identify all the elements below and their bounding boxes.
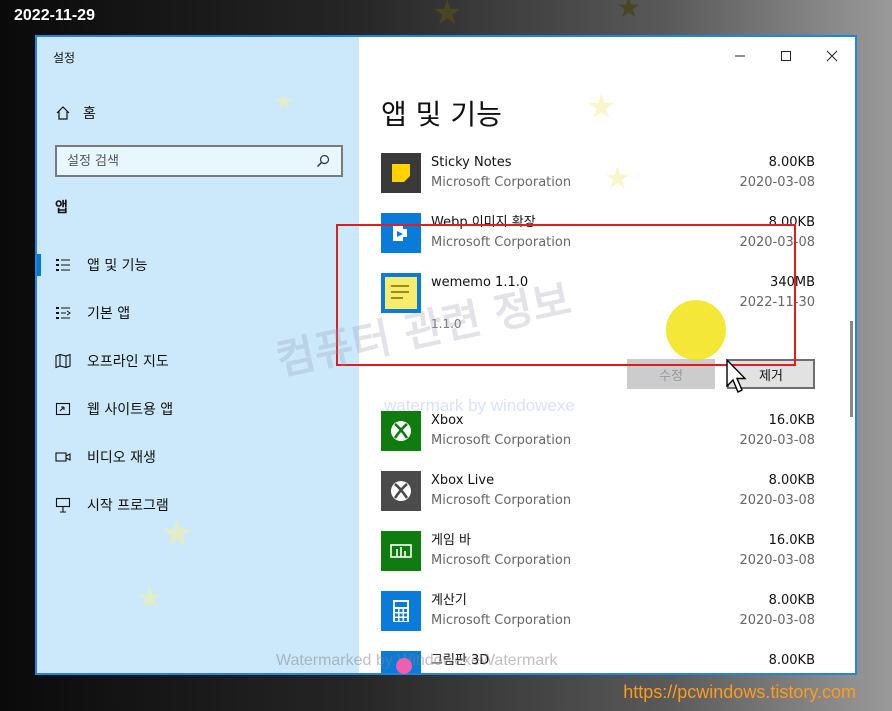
settings-window: 설정 홈 앱 앱 및 기능 <box>35 35 857 675</box>
section-label-apps: 앱 <box>55 200 68 216</box>
game-bar-icon <box>381 531 421 571</box>
app-list: Sticky Notes Microsoft Corporation 8.00K… <box>381 143 821 673</box>
scrollbar[interactable] <box>850 321 853 417</box>
modify-button[interactable]: 수정 <box>627 359 715 389</box>
sidebar-item-apps-features[interactable]: 앱 및 기능 <box>37 241 359 289</box>
list-item[interactable]: Xbox Live Microsoft Corporation 8.00KB 2… <box>381 461 821 521</box>
window-title: 설정 <box>53 51 76 65</box>
app-size: 8.00KB <box>768 215 815 230</box>
default-apps-icon <box>55 305 71 321</box>
apps-for-websites-icon <box>55 401 71 417</box>
list-item[interactable]: 게임 바 Microsoft Corporation 16.0KB 2020-0… <box>381 521 821 581</box>
list-item[interactable]: Webp 이미지 확장 Microsoft Corporation 8.00KB… <box>381 203 821 263</box>
app-size: 16.0KB <box>768 533 815 548</box>
background-star: ★ <box>432 0 463 33</box>
main-panel: 앱 및 기능 Sticky Notes Microsoft Corporatio… <box>359 37 855 673</box>
app-size: 8.00KB <box>768 593 815 608</box>
sidebar-item-offline-maps[interactable]: 오프라인 지도 <box>37 337 359 385</box>
site-url: https://pcwindows.tistory.com <box>623 682 856 702</box>
app-name: 그림판 3D <box>431 653 490 668</box>
maximize-button[interactable] <box>763 37 809 75</box>
wememo-icon <box>381 273 421 313</box>
sidebar-item-label: 기본 앱 <box>87 306 131 322</box>
app-size: 8.00KB <box>768 653 815 668</box>
maximize-icon <box>781 51 791 61</box>
app-date: 2020-03-08 <box>739 433 815 448</box>
offline-maps-icon <box>55 353 71 369</box>
close-icon <box>826 50 838 62</box>
sidebar-item-label: 앱 및 기능 <box>87 258 148 274</box>
app-date: 2020-03-08 <box>739 235 815 250</box>
app-action-buttons: 수정 제거 <box>627 359 815 389</box>
webp-extension-icon <box>381 213 421 253</box>
sidebar-item-label: 시작 프로그램 <box>87 498 169 514</box>
calculator-icon <box>381 591 421 631</box>
background-star: ★ <box>616 0 642 24</box>
sidebar-item-video-playback[interactable]: 비디오 재생 <box>37 433 359 481</box>
list-item[interactable]: 계산기 Microsoft Corporation 8.00KB 2020-03… <box>381 581 821 641</box>
app-size: 16.0KB <box>768 413 815 428</box>
date-stamp: 2022-11-29 <box>14 7 95 24</box>
nav-home[interactable]: 홈 <box>55 101 96 125</box>
list-item-selected[interactable]: wememo 1.1.0 340MB 2022-11-30 1.1.0 수정 제… <box>381 263 821 401</box>
caption-buttons <box>717 37 855 75</box>
app-date: 2020-03-08 <box>739 493 815 508</box>
xbox-live-icon <box>381 471 421 511</box>
paint-3d-icon <box>381 651 421 673</box>
app-date: 2020-03-08 <box>739 553 815 568</box>
app-date: 2020-03-08 <box>739 175 815 190</box>
home-icon <box>55 105 71 121</box>
app-size: 8.00KB <box>768 473 815 488</box>
app-size: 340MB <box>770 275 815 290</box>
page-title: 앱 및 기능 <box>381 98 502 131</box>
sidebar-item-apps-for-websites[interactable]: 웹 사이트용 앱 <box>37 385 359 433</box>
search-input[interactable] <box>67 153 315 169</box>
list-item[interactable]: Sticky Notes Microsoft Corporation 8.00K… <box>381 143 821 203</box>
sidebar-item-label: 오프라인 지도 <box>87 354 169 370</box>
app-date: 2020-03-08 <box>739 613 815 628</box>
sidebar-item-label: 비디오 재생 <box>87 450 156 466</box>
sidebar: 설정 홈 앱 앱 및 기능 <box>37 37 359 673</box>
list-item[interactable]: 그림판 3D 8.00KB <box>381 641 821 673</box>
uninstall-button[interactable]: 제거 <box>727 359 815 389</box>
settings-search[interactable] <box>55 145 343 177</box>
minimize-button[interactable] <box>717 37 763 75</box>
sidebar-item-label: 웹 사이트용 앱 <box>87 402 174 418</box>
video-playback-icon <box>55 449 71 465</box>
app-size: 8.00KB <box>768 155 815 170</box>
nav-list: 앱 및 기능 기본 앱 오프라인 지도 웹 사이트용 앱 비디오 재생 시작 프… <box>37 241 359 529</box>
app-version: 1.1.0 <box>431 317 462 331</box>
nav-home-label: 홈 <box>83 106 96 122</box>
xbox-icon <box>381 411 421 451</box>
apps-features-icon <box>55 257 71 273</box>
app-date: 2022-11-30 <box>739 295 815 310</box>
startup-icon <box>55 497 71 513</box>
sidebar-item-startup[interactable]: 시작 프로그램 <box>37 481 359 529</box>
sticky-notes-icon <box>381 153 421 193</box>
search-icon[interactable] <box>315 153 331 169</box>
close-button[interactable] <box>809 37 855 75</box>
minimize-icon <box>735 55 745 57</box>
sidebar-item-default-apps[interactable]: 기본 앱 <box>37 289 359 337</box>
list-item[interactable]: Xbox Microsoft Corporation 16.0KB 2020-0… <box>381 401 821 461</box>
